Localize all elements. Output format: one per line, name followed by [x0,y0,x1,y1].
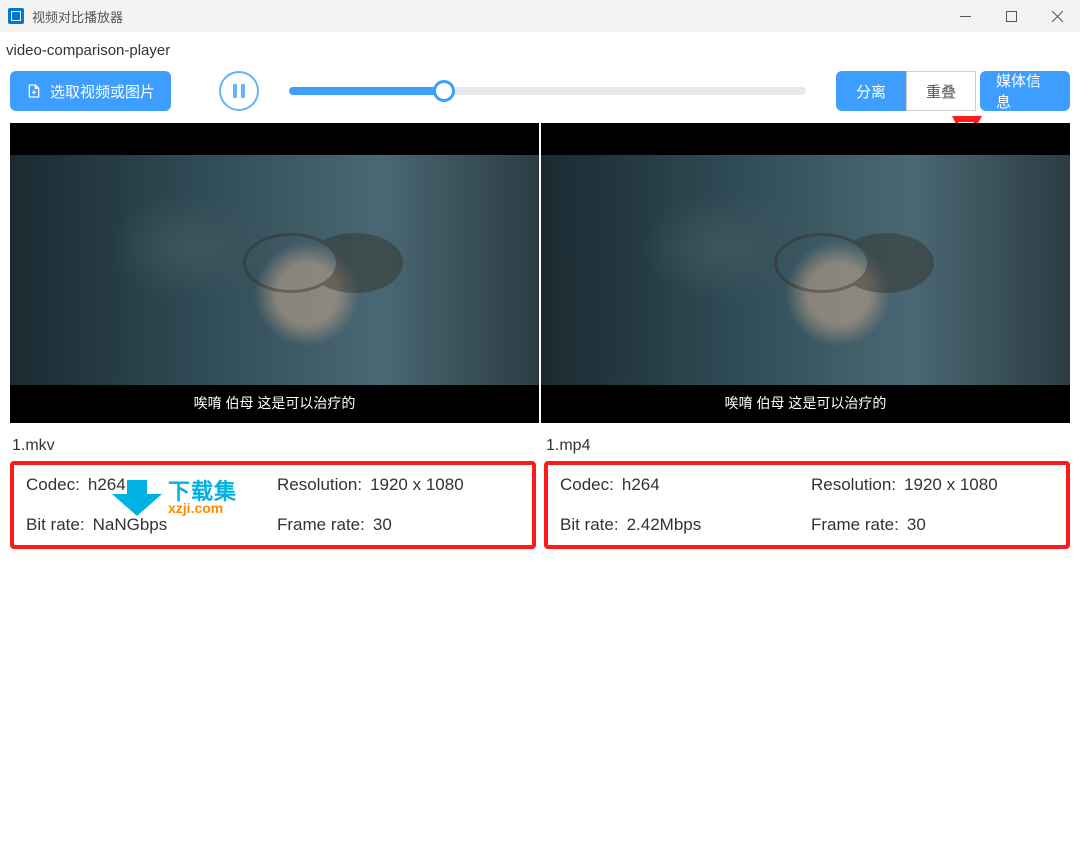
info-row: 1.mkv Codec: h264 Resolution: 1920 x 108… [0,423,1080,549]
slider-thumb[interactable] [433,80,455,102]
page-subtitle: video-comparison-player [0,32,1080,59]
pause-icon [233,84,245,98]
tab-separate[interactable]: 分离 [836,71,906,111]
tab-overlap[interactable]: 重叠 [906,71,976,111]
bitrate-value: 2.42Mbps [627,515,702,535]
resolution-value: 1920 x 1080 [904,475,998,495]
filename-left: 1.mkv [10,431,536,461]
window-buttons [942,0,1080,32]
resolution-value: 1920 x 1080 [370,475,464,495]
maximize-button[interactable] [988,0,1034,32]
video-pane-right[interactable]: 唉唷 伯母 这是可以治疗的 [541,123,1070,423]
framerate-value: 30 [373,515,392,535]
window-title: 视频对比播放器 [32,7,123,26]
codec-row: Codec: h264 [26,475,269,495]
minimize-icon [960,11,971,22]
codec-row: Codec: h264 [560,475,803,495]
codec-label: Codec: [560,475,614,495]
minimize-button[interactable] [942,0,988,32]
bitrate-row: Bit rate: 2.42Mbps [560,515,803,535]
subtitle-left: 唉唷 伯母 这是可以治疗的 [10,393,539,413]
subtitle-right: 唉唷 伯母 这是可以治疗的 [541,393,1070,413]
titlebar: 视频对比播放器 [0,0,1080,32]
resolution-label: Resolution: [277,475,362,495]
resolution-label: Resolution: [811,475,896,495]
bitrate-label: Bit rate: [560,515,619,535]
select-files-button[interactable]: 选取视频或图片 [10,71,171,111]
filename-right: 1.mp4 [544,431,1070,461]
view-mode-buttons: 分离 重叠 媒体信息 [836,71,1070,111]
video-pane-left[interactable]: 唉唷 伯母 这是可以治疗的 [10,123,539,423]
bitrate-label: Bit rate: [26,515,85,535]
info-col-left: 1.mkv Codec: h264 Resolution: 1920 x 108… [10,431,536,549]
codec-label: Codec: [26,475,80,495]
close-icon [1052,11,1063,22]
progress-slider[interactable] [289,71,806,111]
framerate-row: Frame rate: 30 [277,515,520,535]
close-button[interactable] [1034,0,1080,32]
media-info-right: Codec: h264 Resolution: 1920 x 1080 Bit … [544,461,1070,549]
select-files-label: 选取视频或图片 [50,81,155,102]
framerate-label: Frame rate: [811,515,899,535]
video-frame [10,155,539,385]
codec-value: h264 [622,475,660,495]
info-col-right: 1.mp4 Codec: h264 Resolution: 1920 x 108… [544,431,1070,549]
media-info-button[interactable]: 媒体信息 [980,71,1070,111]
codec-value: h264 [88,475,126,495]
resolution-row: Resolution: 1920 x 1080 [277,475,520,495]
bitrate-value: NaNGbps [93,515,168,535]
toolbar: 选取视频或图片 分离 重叠 媒体信息 [0,59,1080,119]
bitrate-row: Bit rate: NaNGbps [26,515,269,535]
video-row: 唉唷 伯母 这是可以治疗的 唉唷 伯母 这是可以治疗的 [0,119,1080,423]
media-info-left: Codec: h264 Resolution: 1920 x 1080 Bit … [10,461,536,549]
file-plus-icon [26,83,42,99]
framerate-row: Frame rate: 30 [811,515,1054,535]
app-icon [8,8,24,24]
slider-fill [289,87,444,95]
framerate-label: Frame rate: [277,515,365,535]
maximize-icon [1006,11,1017,22]
resolution-row: Resolution: 1920 x 1080 [811,475,1054,495]
framerate-value: 30 [907,515,926,535]
play-pause-button[interactable] [219,71,259,111]
video-frame [541,155,1070,385]
